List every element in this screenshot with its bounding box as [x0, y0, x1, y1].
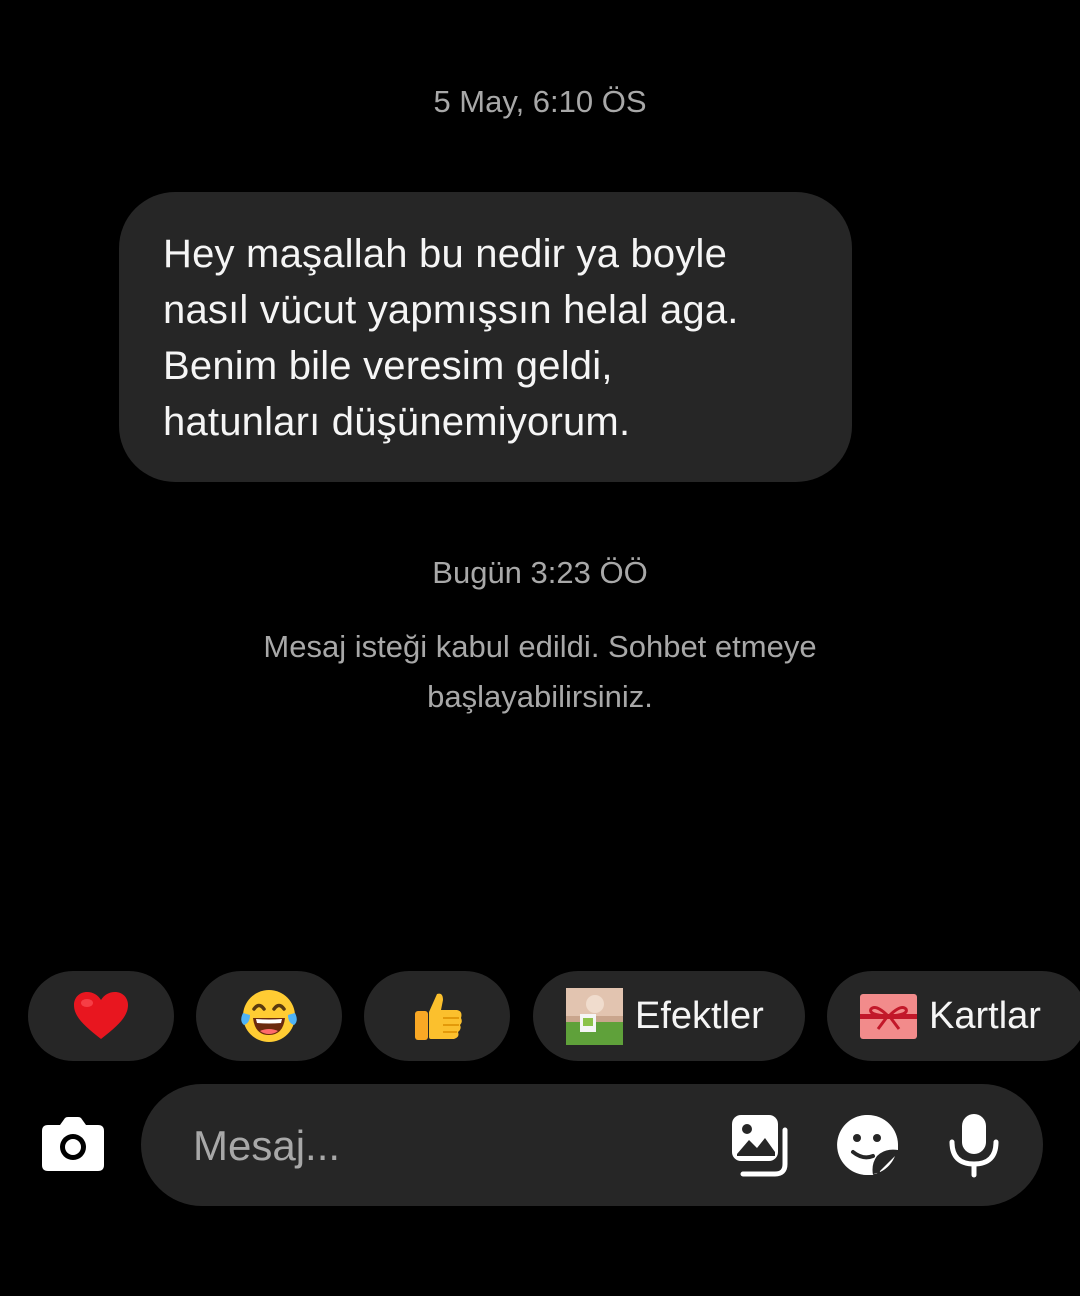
laugh-reaction-button[interactable]	[196, 971, 342, 1061]
second-timestamp: Bugün 3:23 ÖÖ	[432, 555, 648, 590]
cards-label: Kartlar	[929, 994, 1041, 1037]
message-text: Hey maşallah bu nedir ya boyle nasıl vüc…	[163, 232, 739, 444]
microphone-icon	[949, 1114, 999, 1178]
first-message-timestamp: 5 May, 6:10 ÖS	[433, 84, 647, 119]
message-input-pill	[141, 1084, 1043, 1208]
request-accepted-note: Mesaj isteği kabul edildi. Sohbet etmeye…	[263, 629, 817, 714]
thumbs-up-reaction-button[interactable]	[364, 971, 510, 1061]
tears-of-joy-icon	[241, 990, 297, 1042]
gallery-button[interactable]	[729, 1112, 795, 1178]
cards-button[interactable]: Kartlar	[827, 971, 1080, 1061]
gallery-icon	[732, 1115, 788, 1177]
message-composer	[0, 1084, 1080, 1208]
effects-label: Efektler	[635, 994, 764, 1037]
heart-reaction-button[interactable]	[28, 971, 174, 1061]
sticker-button[interactable]	[835, 1112, 901, 1178]
camera-icon	[42, 1117, 104, 1171]
thumbs-up-icon	[415, 993, 462, 1040]
microphone-button[interactable]	[941, 1112, 1007, 1178]
gift-card-icon	[860, 993, 917, 1039]
quick-actions-row: Efektler Kartlar	[0, 971, 1080, 1061]
effects-thumbnail-icon	[566, 987, 623, 1045]
red-heart-icon	[74, 992, 128, 1039]
message-input[interactable]	[191, 1084, 715, 1208]
sticker-icon	[837, 1114, 898, 1175]
received-message-bubble[interactable]: Hey maşallah bu nedir ya boyle nasıl vüc…	[119, 192, 852, 482]
effects-button[interactable]: Efektler	[533, 971, 805, 1061]
camera-button[interactable]	[40, 1113, 106, 1175]
